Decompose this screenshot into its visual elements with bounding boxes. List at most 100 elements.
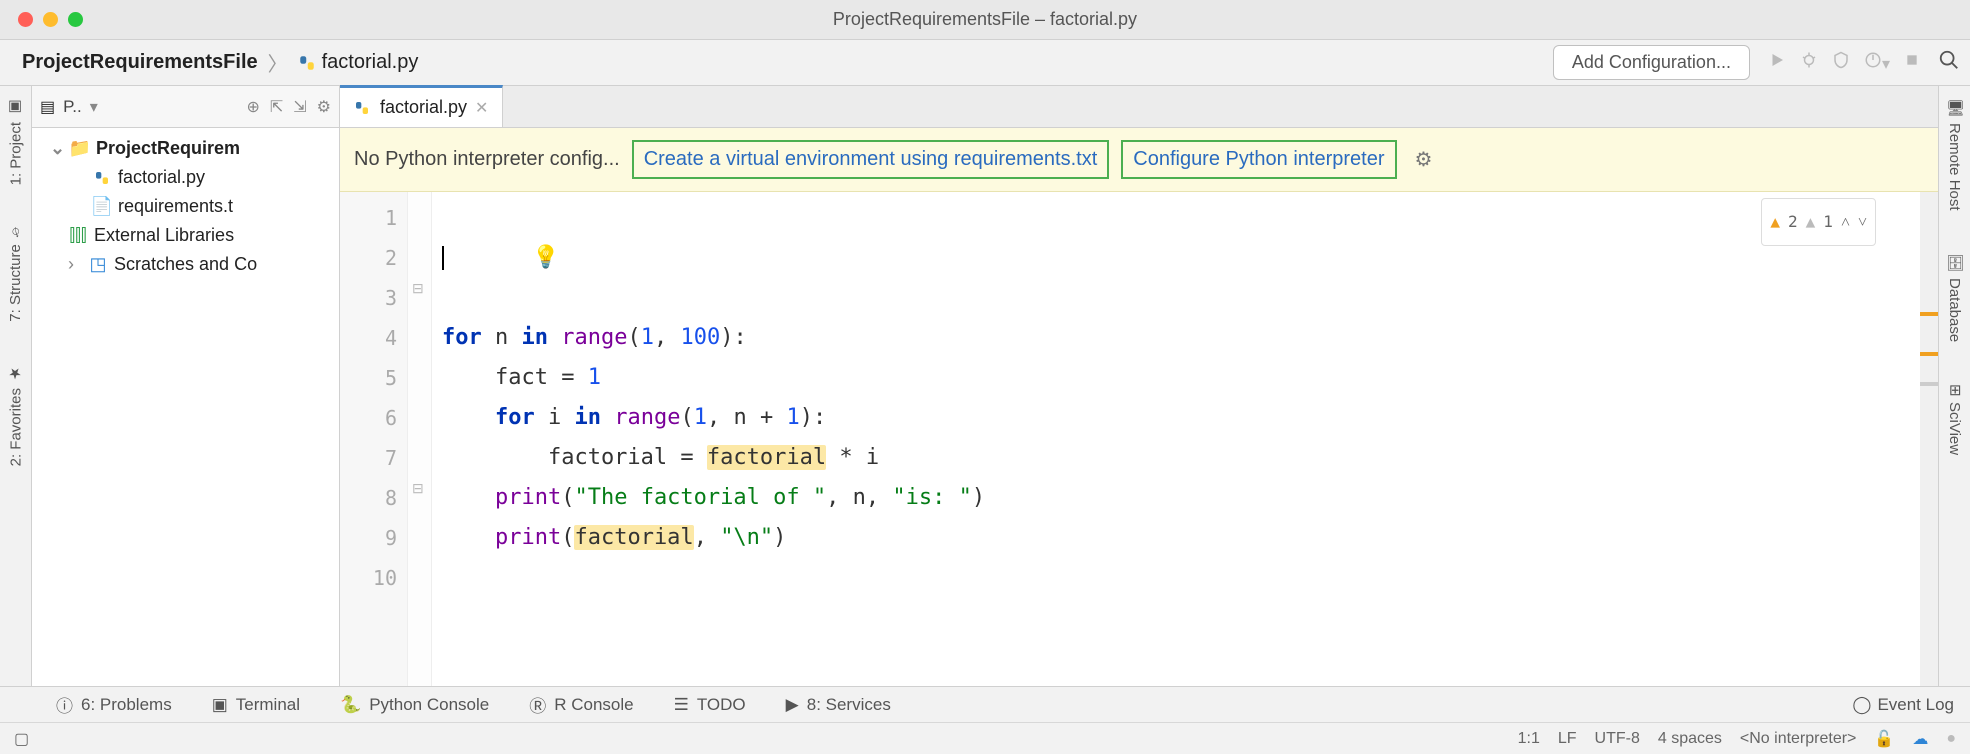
problems-tool-tab[interactable]: ⓘ6: Problems [56,692,172,717]
breadcrumb-separator-icon: 〉 [268,48,288,77]
event-log-tool-tab[interactable]: ◯Event Log [1852,695,1954,715]
breadcrumb-file[interactable]: factorial.py [322,51,419,74]
configure-interpreter-link[interactable]: Configure Python interpreter [1121,140,1396,179]
project-tool-tab[interactable]: 1: Project ▣ [7,92,25,191]
close-window-button[interactable] [18,12,33,27]
fold-gutter[interactable]: ⊟ ⊟ [408,192,432,686]
search-everywhere-icon[interactable] [1938,49,1960,76]
window-title: ProjectRequirementsFile – factorial.py [833,9,1137,30]
profile-icon[interactable]: ▾ [1864,51,1890,74]
inspection-summary[interactable]: ▲2 ▲1 ˄ ˅ [1761,198,1876,246]
weak-warning-marker[interactable] [1920,382,1938,386]
code-area[interactable]: 1 2 3 4 5 6 7 8 9 10 ⊟ ⊟ for n in range(… [340,192,1938,686]
line-number[interactable]: 4 [340,318,397,358]
services-tool-tab[interactable]: ▶8: Services [786,695,891,715]
r-icon: Ⓡ [529,692,546,717]
line-number[interactable]: 1 [340,198,397,238]
minimize-window-button[interactable] [43,12,58,27]
line-separator[interactable]: LF [1558,730,1577,748]
remote-host-tool-tab[interactable]: 🖥 Remote Host [1946,92,1964,217]
indent-setting[interactable]: 4 spaces [1658,730,1722,748]
todo-tool-tab[interactable]: ☰TODO [674,695,746,715]
tool-windows-icon[interactable]: ▢ [14,729,29,749]
python-console-tool-tab[interactable]: 🐍Python Console [340,695,489,715]
line-number[interactable]: 8 [340,478,397,518]
tree-external-libraries[interactable]: ⫿⫿⫿ External Libraries [32,221,339,250]
problems-icon: ⓘ [56,692,73,717]
python-file-icon [354,99,372,117]
project-view-selector[interactable]: P.. [63,97,82,117]
caret-position[interactable]: 1:1 [1518,730,1540,748]
prev-highlight-icon[interactable]: ˄ [1841,202,1850,242]
python-icon: 🐍 [340,695,361,715]
tree-scratches[interactable]: › ◳ Scratches and Co [32,250,339,279]
readonly-lock-icon[interactable]: 🔓 [1874,729,1894,749]
libraries-icon: ⫿⫿⫿ [68,225,88,246]
project-view-icon: ▤ [40,97,55,117]
fold-start-icon[interactable]: ⊟ [412,280,424,297]
line-number[interactable]: 7 [340,438,397,478]
navigation-bar: ProjectRequirementsFile 〉 factorial.py A… [0,40,1970,86]
run-icon[interactable] [1768,51,1786,74]
tree-file[interactable]: factorial.py [32,163,339,192]
chevron-down-icon[interactable]: ⌄ [50,138,64,159]
left-tool-stripe: 1: Project ▣ 7: Structure ⌮ 2: Favorites… [0,86,32,686]
favorites-tool-tab[interactable]: 2: Favorites ★ [7,358,25,472]
code-text[interactable]: for n in range(1, 100): fact = 1 for i i… [432,192,1920,686]
event-log-icon: ◯ [1852,695,1871,715]
r-console-tool-tab[interactable]: ⓇR Console [529,692,633,717]
stop-icon[interactable] [1904,52,1920,73]
line-number[interactable]: 9 [340,518,397,558]
terminal-icon: ▣ [212,695,228,715]
database-tool-tab[interactable]: 🗄 Database [1946,247,1964,348]
intention-bulb-icon[interactable]: 💡 [532,238,559,278]
dropdown-icon[interactable]: ▾ [90,97,98,117]
project-tree[interactable]: ⌄ 📁 ProjectRequirem factorial.py 📄 requi… [32,128,339,285]
expand-all-icon[interactable]: ⇱ [270,97,283,117]
collapse-all-icon[interactable]: ⇲ [293,97,306,117]
line-number[interactable]: 3 [340,278,397,318]
line-number[interactable]: 10 [340,558,397,598]
structure-tool-tab[interactable]: 7: Structure ⌮ [7,221,24,328]
notification-message: No Python interpreter config... [354,148,620,171]
sciview-tool-tab[interactable]: ⊞ SciView [1946,378,1964,462]
add-configuration-button[interactable]: Add Configuration... [1553,45,1750,80]
warning-marker[interactable] [1920,352,1938,356]
status-bar: ▢ 1:1 LF UTF-8 4 spaces <No interpreter>… [0,722,1970,754]
editor-tab-active[interactable]: factorial.py ✕ [340,85,503,127]
deployment-icon[interactable]: ☁ [1912,729,1928,749]
editor-tabs: factorial.py ✕ [340,86,1938,128]
terminal-tool-tab[interactable]: ▣Terminal [212,695,300,715]
todo-icon: ☰ [674,695,689,715]
remote-icon: 🖥 [1946,98,1964,117]
close-tab-icon[interactable]: ✕ [475,98,488,118]
line-number-gutter[interactable]: 1 2 3 4 5 6 7 8 9 10 [340,192,408,686]
debug-icon[interactable] [1800,51,1818,74]
python-interpreter[interactable]: <No interpreter> [1740,730,1857,748]
fold-end-icon[interactable]: ⊟ [412,480,424,497]
python-file-icon [298,54,316,72]
next-highlight-icon[interactable]: ˅ [1858,202,1867,242]
zoom-window-button[interactable] [68,12,83,27]
settings-icon[interactable]: ⚙ [317,97,331,117]
line-number[interactable]: 6 [340,398,397,438]
error-stripe[interactable] [1920,192,1938,686]
line-number[interactable]: 2 [340,238,397,278]
line-number[interactable]: 5 [340,358,397,398]
tree-root[interactable]: ⌄ 📁 ProjectRequirem [32,134,339,163]
notification-settings-icon[interactable]: ⚙ [1415,147,1433,172]
locate-icon[interactable]: ⊕ [246,97,259,117]
tree-file[interactable]: 📄 requirements.t [32,192,339,221]
python-file-icon [92,170,112,186]
tree-file-label: factorial.py [118,167,205,188]
folder-icon: 📁 [70,138,90,159]
tree-item-label: External Libraries [94,225,234,246]
scratches-icon: ◳ [88,254,108,275]
warning-marker[interactable] [1920,312,1938,316]
chevron-right-icon[interactable]: › [68,254,82,275]
coverage-icon[interactable] [1832,51,1850,74]
create-venv-link[interactable]: Create a virtual environment using requi… [632,140,1110,179]
memory-indicator-icon[interactable]: ● [1946,730,1956,748]
breadcrumb-project[interactable]: ProjectRequirementsFile [22,51,258,74]
file-encoding[interactable]: UTF-8 [1595,730,1640,748]
